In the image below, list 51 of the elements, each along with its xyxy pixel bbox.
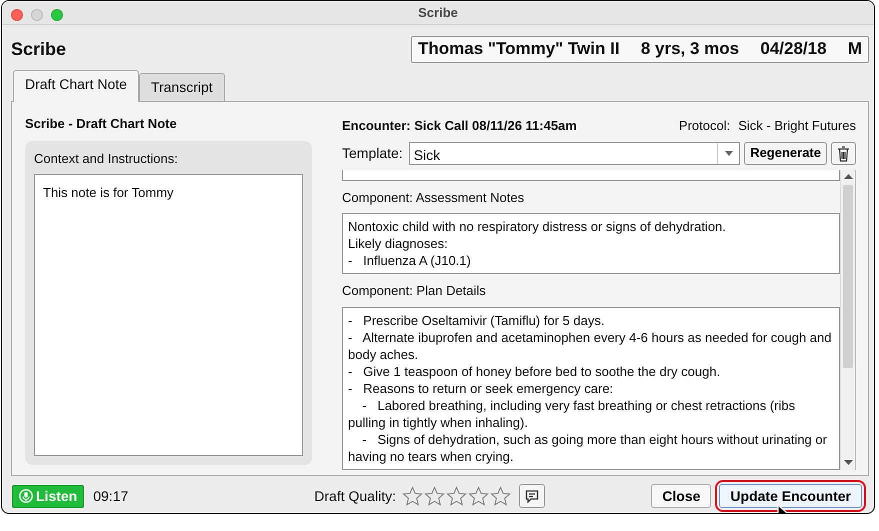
template-dropdown[interactable]: Sick [408,142,740,164]
tab[interactable]: Transcript [138,73,225,101]
note-line: Likely diagnoses: [348,235,449,252]
patient-sex: M [848,38,862,60]
close-window-button[interactable] [11,9,23,21]
note-line: - Give 1 teaspoon of honey before bed to soothe the dry cough. [348,362,722,380]
field-label: Context and Instructions: [34,150,179,168]
tab[interactable]: Draft Chart Note [13,70,139,102]
scroll-down-icon[interactable] [844,460,852,465]
regenerate-button[interactable]: Regenerate [744,142,827,164]
scroll-up-icon[interactable] [844,174,852,179]
star-icon[interactable] [490,486,511,506]
star-rating[interactable] [402,486,511,506]
section-title: Scribe - Draft Chart Note [25,115,178,133]
delete-button[interactable] [831,142,856,164]
note-line: - Prescribe Oseltamivir (Tamiflu) for 5 days. [348,312,606,328]
note-line: - Alternate ibuprofen and acetaminophen every 4-6 hours as needed for cough and body aches. [348,328,832,362]
context-field[interactable]: This note is for Tommy [34,174,303,456]
note-field[interactable]: Nontoxic child with no respiratory distress or signs of dehydration. Likely diagnoses: - Influenza A (J10.1) [342,213,840,274]
component-title: Component: Plan Details [342,282,487,300]
note-line: - Reasons to return or seek emergency care: [348,380,614,396]
note-field[interactable] [342,306,840,470]
scroll-thumb[interactable] [843,184,853,368]
window-title: Scribe [418,4,458,22]
note-line: - Labored breathing, including very fast breathing or chest retractions (ribs pulling in tightly when inhaling). [348,396,796,430]
star-icon[interactable] [424,486,445,506]
encounter-title: Encounter: Sick Call 08/11/26 11:45am [342,117,577,135]
patient-dob: 04/28/18 [760,38,827,60]
app-title: Scribe [11,38,66,60]
trash-icon [837,146,850,162]
timer: 09:17 [93,486,128,506]
component-title: Component: Assessment Notes [342,188,526,207]
patient-name: Thomas "Tommy" Twin II [418,38,620,60]
note-line: - Signs of dehydration, such as going more than eight hours without urinating or having no tears when crying. [348,430,828,464]
protocol-label: Protocol: [678,117,730,135]
draft-quality-label: Draft Quality: [314,486,396,506]
star-icon[interactable] [402,486,423,506]
note-line: Nontoxic child with no respiratory distress or signs of dehydration. [348,218,727,235]
feedback-button[interactable] [518,484,545,508]
protocol-value: Sick - Bright Futures [738,117,856,135]
microphone-icon [19,489,33,503]
star-icon[interactable] [446,486,467,506]
comment-icon [524,490,539,504]
zoom-window-button[interactable] [51,9,63,21]
star-icon[interactable] [468,486,489,506]
caret-icon [724,150,733,156]
close-button[interactable]: Close [651,484,712,508]
patient-age: 8 yrs, 3 mos [640,38,740,60]
update-encounter-button[interactable]: Update Encounter [719,484,862,508]
template-label: Template: [342,144,403,163]
note-line: - Influenza A (J10.1) [348,252,472,269]
